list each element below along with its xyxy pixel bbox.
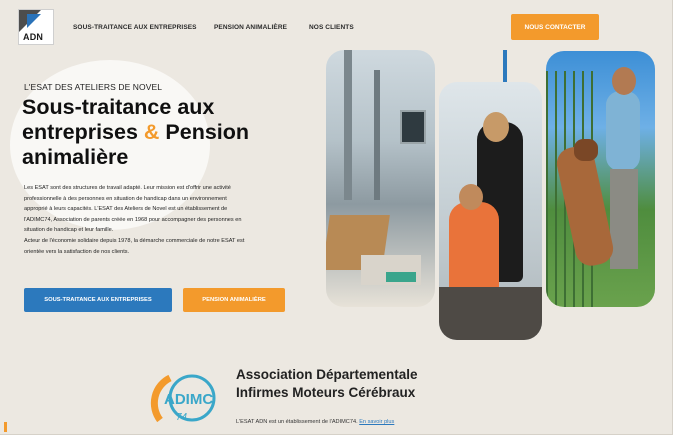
machine-pillar <box>374 70 380 200</box>
worker-head <box>483 112 509 142</box>
sous-traitance-button[interactable]: SOUS-TRAITANCE AUX ENTREPRISES <box>24 288 172 312</box>
nav-nos-clients[interactable]: NOS CLIENTS <box>309 24 354 31</box>
person-head <box>612 67 636 95</box>
hero-title: Sous-traitance aux entreprises & Pension… <box>22 95 292 170</box>
nav-pension-animaliere[interactable]: PENSION ANIMALIÈRE <box>214 24 287 31</box>
logo-text: ADN <box>23 32 44 42</box>
description-line: situation de handicap et leur famille. <box>24 227 114 234</box>
association-name-line2: Infirmes Moteurs Cérébraux <box>236 384 416 400</box>
hero-title-ampersand: & <box>143 120 160 144</box>
adimc74-logo[interactable]: ADIMC 74 <box>150 370 230 430</box>
adn-logo[interactable]: ADN <box>18 9 54 45</box>
worker-seated <box>449 202 499 292</box>
learn-more-link[interactable]: En savoir plus <box>359 419 394 425</box>
nav-sous-traitance[interactable]: SOUS-TRAITANCE AUX ENTREPRISES <box>73 24 197 31</box>
association-name-line1: Association Départementale <box>236 367 418 382</box>
contact-button[interactable]: NOUS CONTACTER <box>511 14 599 40</box>
machine-pillar <box>344 50 352 200</box>
association-name: Association Départementale Infirmes Mote… <box>236 366 476 401</box>
logo-number: 74 <box>176 412 188 423</box>
association-note: L'ESAT ADN est un établissement de l'ADI… <box>236 419 394 425</box>
person-legs <box>610 169 638 269</box>
machine-screen <box>400 110 426 144</box>
logo-adimc-text: ADIMC <box>164 391 213 408</box>
green-tray <box>386 272 416 282</box>
association-note-text: L'ESAT ADN est un établissement de l'ADI… <box>236 419 358 425</box>
accent-bar <box>503 50 507 86</box>
description-line: l'ADIMC74, Association de parents créée … <box>24 216 242 223</box>
hero-description: Les ESAT sont des structures de travail … <box>24 183 304 257</box>
description-line: professionnelle à des personnes en situa… <box>24 195 227 202</box>
hero-eyebrow: L'ESAT DES ATELIERS DE NOVEL <box>24 82 163 92</box>
workbench <box>439 287 542 340</box>
description-line: Les ESAT sont des structures de travail … <box>24 185 231 191</box>
description-line: Acteur de l'économie solidaire depuis 19… <box>24 237 245 244</box>
person-shirt <box>606 91 640 171</box>
worker-seated-head <box>459 184 483 210</box>
description-line: approprié à leurs capacités. L'ESAT des … <box>24 206 228 213</box>
dog-photo <box>546 51 655 307</box>
logo-triangle-blue <box>27 14 41 28</box>
dog-head <box>574 139 598 161</box>
pension-animaliere-button[interactable]: PENSION ANIMALIÈRE <box>183 288 285 312</box>
description-line: orientée vers la satisfaction de nos cli… <box>24 248 130 255</box>
workers-photo <box>439 82 542 340</box>
workshop-machine-photo <box>326 50 435 307</box>
corner-accent <box>4 422 7 432</box>
